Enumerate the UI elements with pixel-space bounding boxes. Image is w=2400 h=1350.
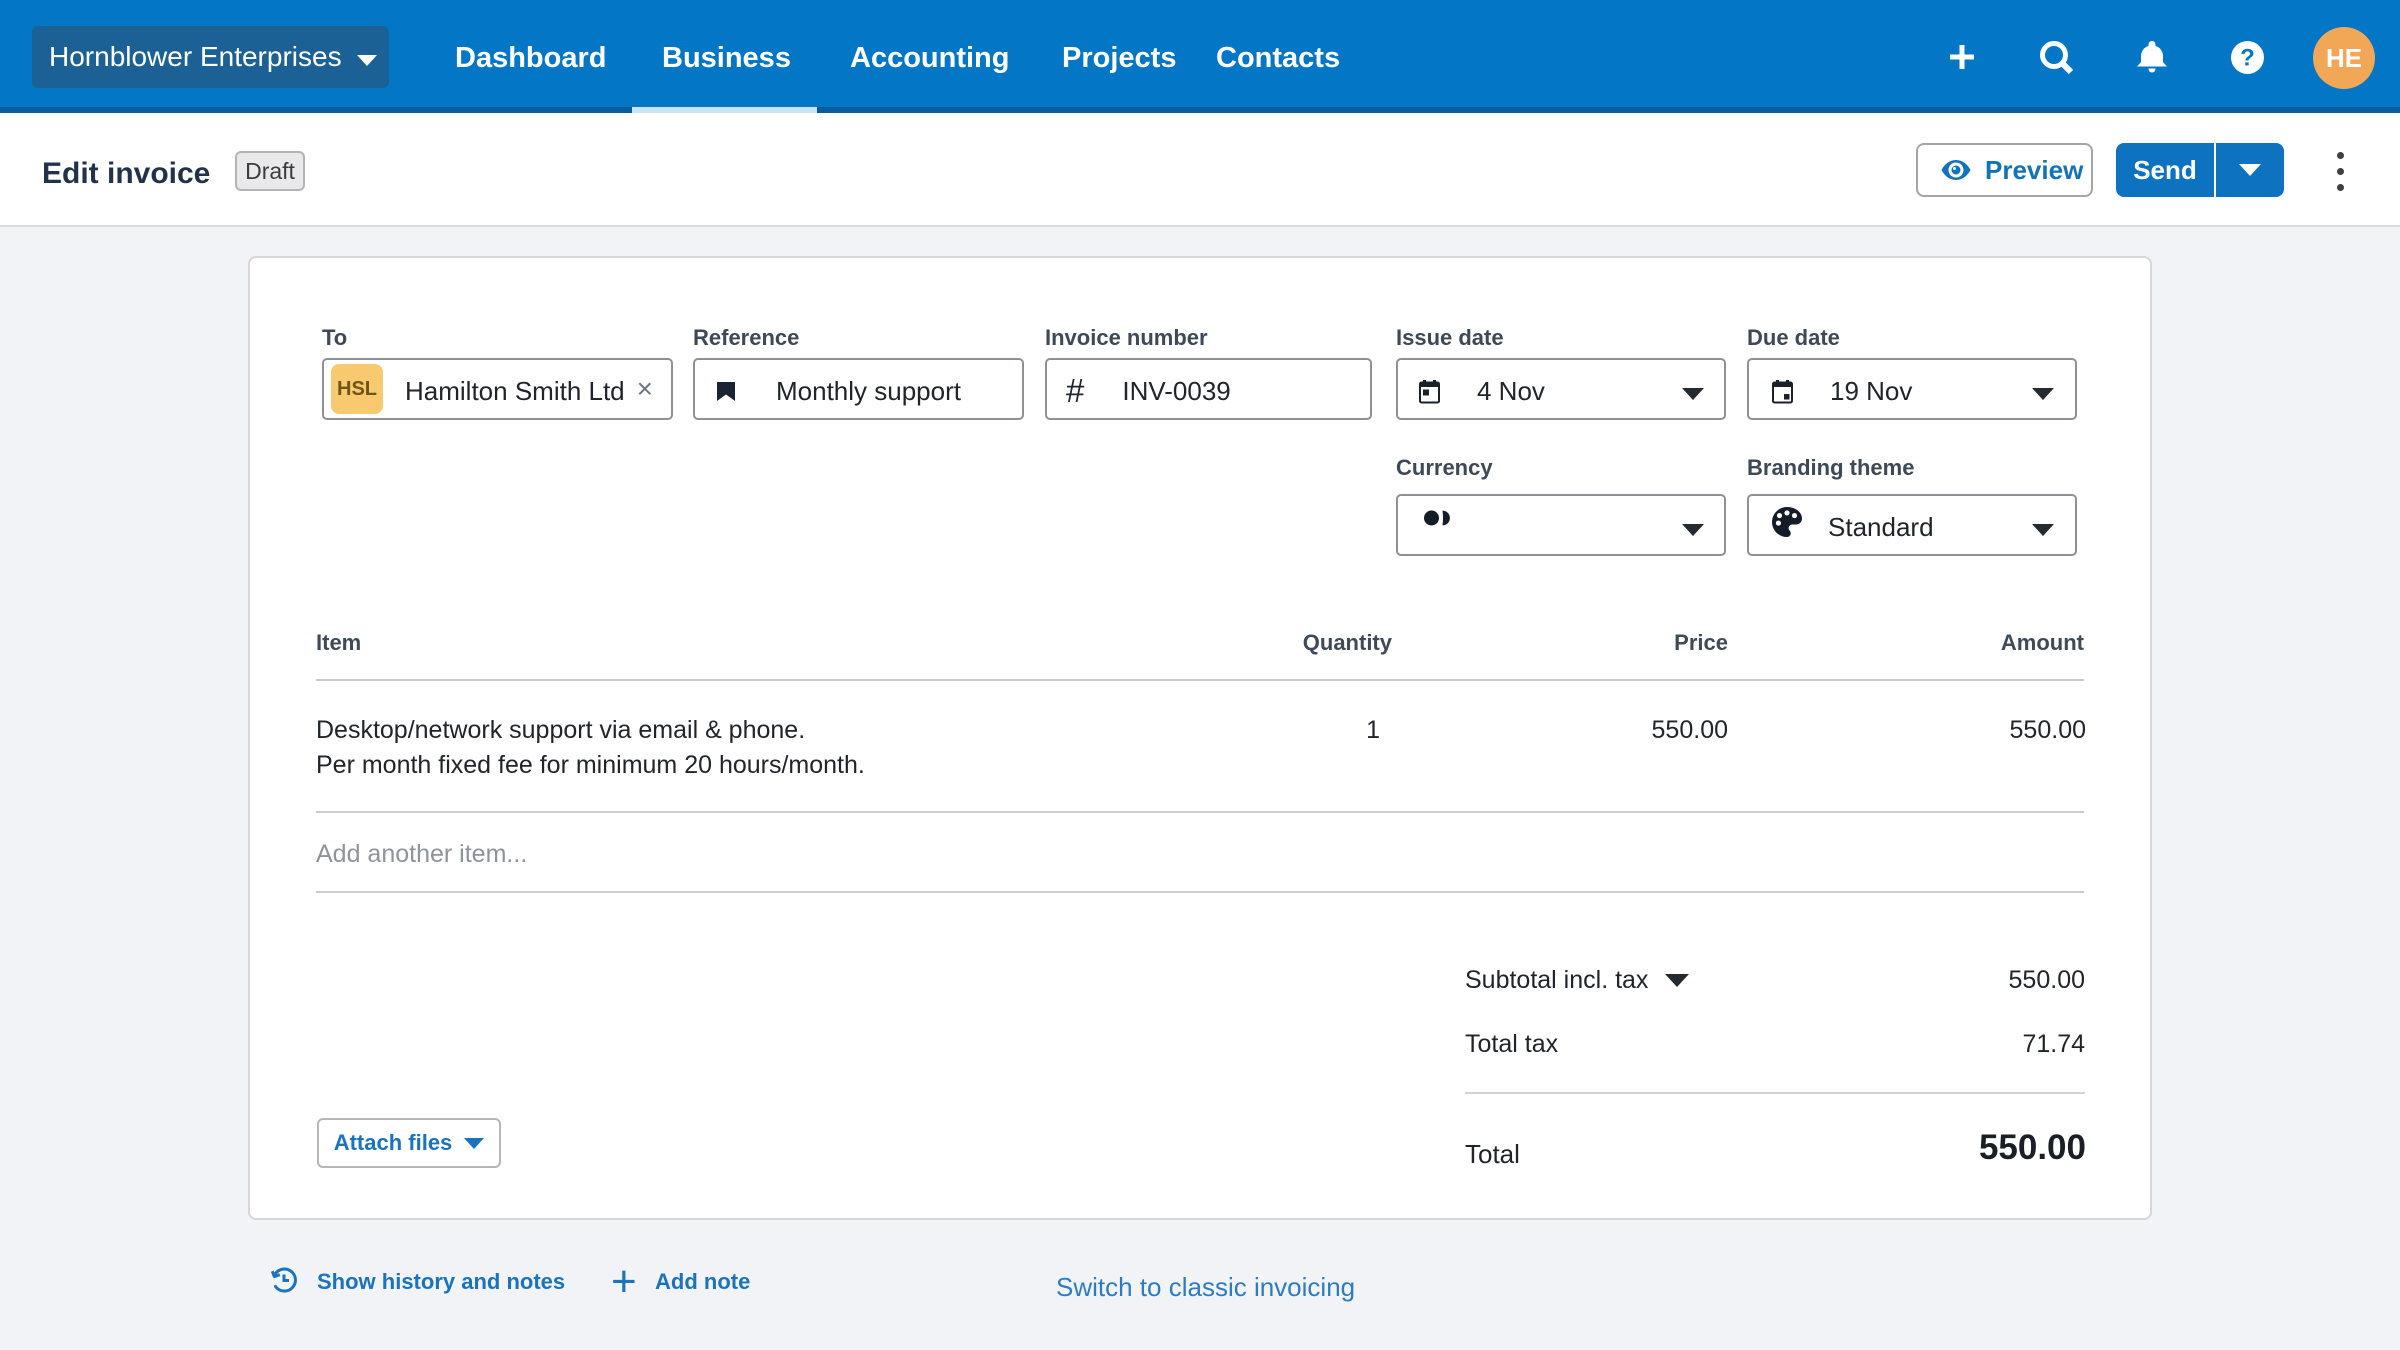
svg-text:?: ? xyxy=(2240,45,2255,72)
